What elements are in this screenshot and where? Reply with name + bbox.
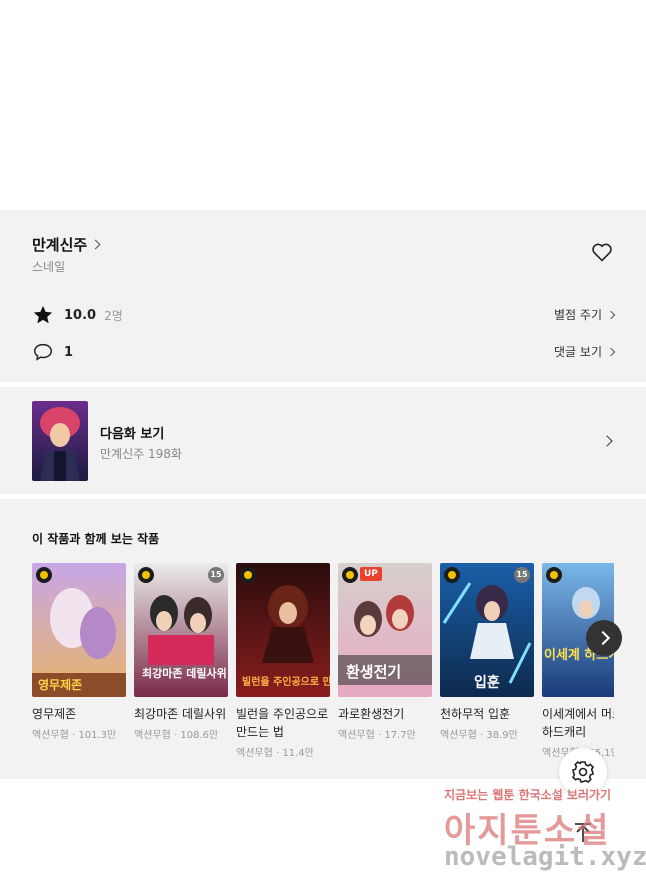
recommendation-card[interactable]: 환생전기 UP 과로환생전기 액션무협 · 17.7만 (338, 563, 432, 741)
recommendation-card[interactable]: 최강마존 데릴사위 15 최강마존 데릴사위 액션무협 · 108.6만 (134, 563, 228, 741)
clock-badge-icon (36, 567, 52, 583)
cover-image: 환생전기 UP (338, 563, 432, 697)
card-title: 영무제존 (32, 707, 77, 721)
star-icon (33, 305, 53, 324)
work-author: 스네일 (32, 260, 66, 274)
up-badge: UP (360, 567, 382, 581)
chevron-right-icon (606, 310, 616, 319)
rating-value: 10.0 (64, 307, 97, 323)
next-episode-title: 다음화 보기 (100, 427, 165, 442)
rate-button[interactable]: 별점 주기 (554, 306, 616, 323)
cover-title-text: 빌런을 주인공으로 만드는 법 (242, 675, 330, 688)
chevron-right-icon (90, 239, 101, 250)
cover-image: 영무제존 (32, 563, 126, 697)
card-meta: 액션무협 · 101.3만 (32, 730, 117, 741)
work-info-panel: 만계신주 스네일 10.0 2명 별점 주기 1 댓글 보기 (0, 210, 646, 382)
top-blank-area (0, 0, 646, 210)
cover-image: 최강마존 데릴사위 15 (134, 563, 228, 697)
cover-image: 빌런을 주인공으로 만드는 법 (236, 563, 330, 697)
card-meta: 액션무협 · 108.6만 (134, 730, 219, 741)
card-meta: 액션무협 · 11.4만 (236, 748, 314, 759)
clock-badge-icon (546, 567, 562, 583)
heart-icon[interactable] (590, 240, 614, 264)
clock-badge-icon (138, 567, 154, 583)
work-title: 만계신주 (32, 236, 88, 254)
carousel-next-button[interactable] (586, 620, 622, 656)
recommendation-list: 영무제존 영무제존 액션무협 · 101.3만 최강마존 데릴사위 15 최강마… (32, 563, 614, 773)
comment-row: 1 댓글 보기 (32, 340, 616, 364)
recommendation-card[interactable]: 입훈 15 천하무적 입훈 액션무협 · 38.9만 (440, 563, 534, 741)
chevron-right-icon (606, 347, 616, 356)
clock-badge-icon (444, 567, 460, 583)
recommendation-card[interactable]: 이세계 하드캐 이세계에서 머로 하드캐리 액션무협 · 55.1만 (542, 563, 614, 759)
clock-badge-icon (342, 567, 358, 583)
work-title-link[interactable]: 만계신주 (32, 234, 101, 255)
clock-badge-icon (240, 567, 256, 583)
rating-count: 2명 (104, 308, 123, 323)
rating-row: 10.0 2명 별점 주기 (32, 303, 616, 327)
card-title: 과로환생전기 (338, 707, 405, 721)
recommendations-heading: 이 작품과 함께 보는 작품 (32, 532, 160, 546)
recommendation-card[interactable]: 영무제존 영무제존 액션무협 · 101.3만 (32, 563, 126, 741)
next-episode-panel[interactable]: 다음화 보기 만계신주 198화 (0, 387, 646, 494)
watermark-url: novelagit.xyz (444, 842, 646, 872)
card-title: 이세계에서 머로 하드캐리 (542, 707, 614, 739)
cover-title-text: 입훈 (474, 674, 500, 691)
card-title: 최강마존 데릴사위 (134, 707, 227, 721)
rate-button-label: 별점 주기 (554, 308, 602, 322)
cover-title-text: 최강마존 데릴사위 (142, 666, 227, 680)
comment-count: 1 (64, 344, 74, 360)
next-episode-thumbnail (32, 401, 88, 481)
cover-image: 입훈 15 (440, 563, 534, 697)
card-title: 천하무적 입훈 (440, 707, 511, 721)
comments-button[interactable]: 댓글 보기 (554, 343, 616, 360)
recommendation-card[interactable]: 빌런을 주인공으로 만드는 법 빌런을 주인공으로 만드는 법 액션무협 · 1… (236, 563, 330, 759)
age-rating-badge: 15 (208, 567, 224, 583)
cover-title-text: 영무제존 (38, 677, 82, 692)
comments-button-label: 댓글 보기 (554, 345, 602, 359)
comment-icon (34, 343, 52, 361)
age-rating-badge: 15 (514, 567, 530, 583)
card-title: 빌런을 주인공으로 만드는 법 (236, 707, 329, 739)
recommendations-panel: 이 작품과 함께 보는 작품 영무제존 영무제존 액션무협 · 101.3만 최… (0, 499, 646, 779)
card-meta: 액션무협 · 17.7만 (338, 730, 416, 741)
cover-title-text: 환생전기 (346, 663, 401, 681)
card-meta: 액션무협 · 38.9만 (440, 730, 518, 741)
watermark-line1: 지금보는 웹툰 한국소설 보러가기 (444, 788, 612, 802)
chevron-right-icon (601, 435, 613, 447)
next-episode-subtitle: 만계신주 198화 (100, 447, 182, 461)
